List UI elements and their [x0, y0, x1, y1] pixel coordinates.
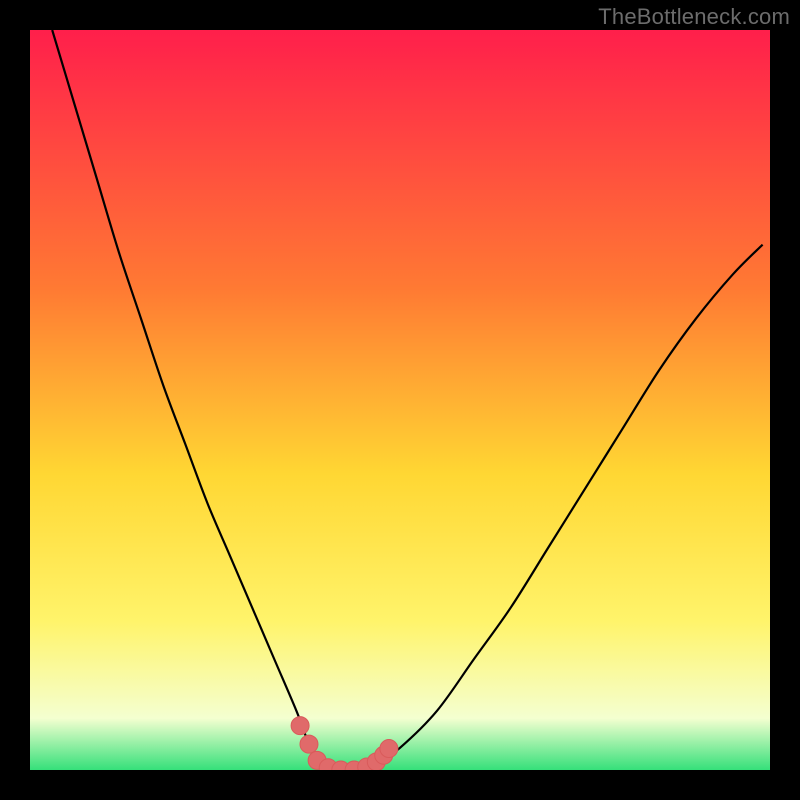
highlight-marker: [380, 740, 398, 758]
chart-frame: TheBottleneck.com: [0, 0, 800, 800]
chart-background-gradient: [30, 30, 770, 770]
highlight-marker: [291, 717, 309, 735]
highlight-marker: [300, 735, 318, 753]
chart-svg: [30, 30, 770, 770]
watermark-text: TheBottleneck.com: [598, 4, 790, 30]
chart-plot-area: [30, 30, 770, 770]
